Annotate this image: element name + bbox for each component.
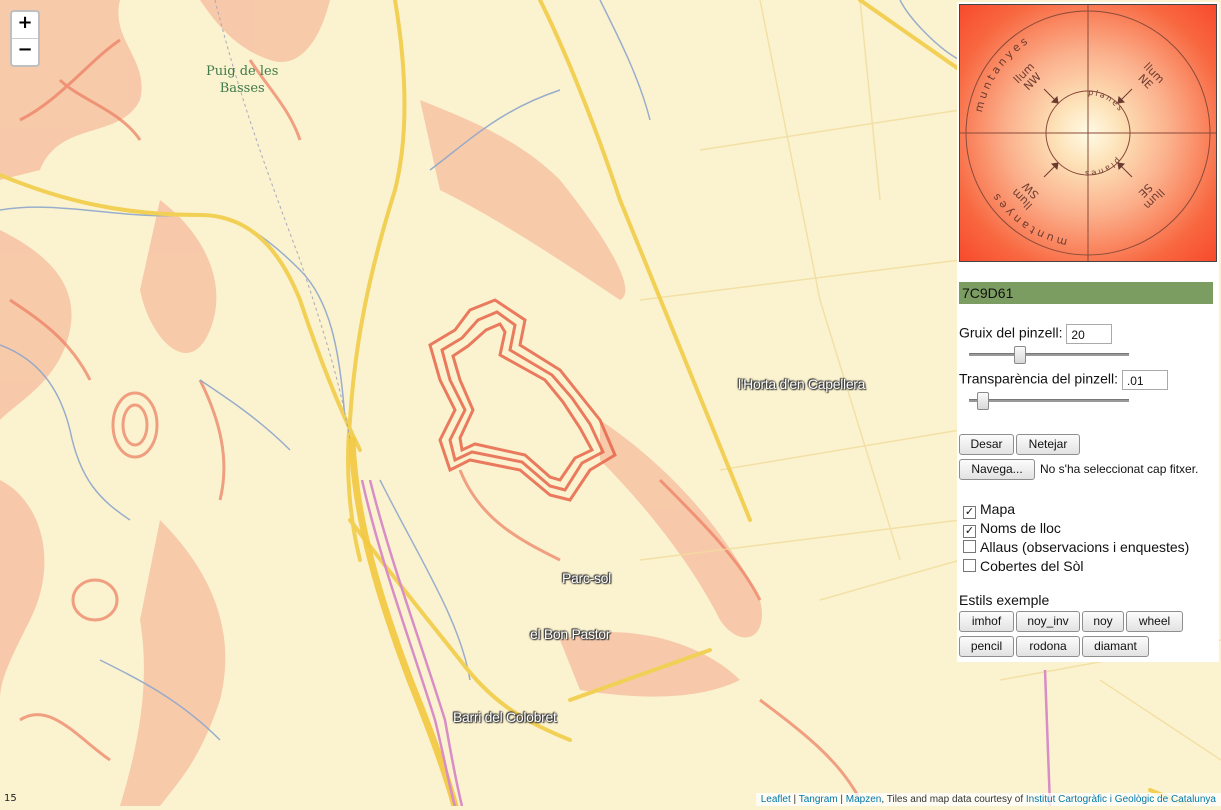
checkbox-icon[interactable] [963,540,976,553]
tangram-link[interactable]: Tangram [799,794,838,805]
style-button-rodona[interactable]: rodona [1016,636,1080,657]
style-button-wheel[interactable]: wheel [1126,611,1183,632]
wheel-inner-label-bottom: planes [1083,156,1123,178]
brush-size-label: Gruix del pinzell: [959,324,1063,341]
map-attribution: Leaflet | Tangram | Mapzen, Tiles and ma… [755,793,1221,806]
checkbox-icon[interactable]: ✓ [963,506,976,519]
icgc-link[interactable]: Institut Cartogràfic i Geològic de Catal… [1026,794,1216,805]
layer-label: Cobertes del Sòl [980,558,1084,574]
place-label-parc-sol: Parc-sol [562,570,611,586]
zoom-control: + − [10,10,40,67]
brush-size-slider-thumb[interactable] [1014,346,1026,364]
zoom-in-button[interactable]: + [12,12,38,38]
layer-label: Noms de lloc [980,520,1061,536]
light-se-label: llum SE [1136,181,1167,212]
place-label-colobret: Barri del Colobret [453,709,557,725]
style-button-diamant[interactable]: diamant [1082,636,1149,657]
save-button[interactable]: Desar [959,434,1014,455]
brush-opacity-input[interactable]: .01 [1121,370,1168,390]
clear-button[interactable]: Netejar [1016,434,1080,455]
brush-size-row: Gruix del pinzell: 20 [959,324,1113,344]
brush-opacity-label: Transparència del pinzell: [959,370,1119,387]
styles-title: Estils exemple [959,592,1050,608]
brush-opacity-slider[interactable] [969,392,1129,410]
light-ne-label: llum NE [1135,60,1166,91]
checkbox-icon[interactable]: ✓ [963,525,976,538]
brush-size-input[interactable]: 20 [1066,324,1113,344]
place-label-puig-line2: Basses [219,81,265,96]
light-direction-wheel[interactable]: muntanyes muntanyes planes planes llum N… [959,4,1217,262]
file-status-text: No s'ha seleccionat cap fitxer. [1040,462,1199,476]
light-sw-label: llum SW [1009,179,1041,211]
layer-label: Mapa [980,501,1016,517]
mapzen-link[interactable]: Mapzen [846,794,882,805]
layer-toggle-cobertes[interactable]: Cobertes del Sòl [963,558,1084,574]
attribution-text: , Tiles and map data courtesy of [881,794,1026,805]
color-value-bar[interactable]: 7C9D61 [959,282,1213,304]
attribution-separator: | [790,794,799,805]
layer-toggle-allaus[interactable]: Allaus (observacions i enquestes) [963,539,1189,555]
zoom-level-readout: 15 [4,793,17,804]
checkbox-icon[interactable] [963,559,976,572]
place-label-bon-pastor: el Bon Pastor [530,626,611,642]
light-nw-label: llum NW [1011,60,1044,93]
browse-file-button[interactable]: Navega... [959,459,1035,480]
attribution-separator: | [837,794,846,805]
layer-label: Allaus (observacions i enquestes) [980,539,1190,555]
style-button-pencil[interactable]: pencil [959,636,1014,657]
brush-size-slider[interactable] [969,346,1129,364]
style-button-imhof[interactable]: imhof [959,611,1014,632]
style-button-noy-inv[interactable]: noy_inv [1016,611,1080,632]
zoom-out-button[interactable]: − [12,38,38,65]
control-panel: muntanyes muntanyes planes planes llum N… [957,2,1219,662]
layer-toggle-mapa[interactable]: ✓ Mapa [963,501,1015,519]
place-label-puig: Puig de les Basses [206,63,278,97]
place-label-puig-line1: Puig de les [206,64,279,79]
brush-opacity-slider-thumb[interactable] [976,392,989,410]
brush-opacity-row: Transparència del pinzell: .01 [959,370,1168,390]
style-button-noy[interactable]: noy [1082,611,1124,632]
layer-toggle-noms[interactable]: ✓ Noms de lloc [963,520,1061,538]
wheel-overlay: muntanyes muntanyes planes planes llum N… [960,5,1216,261]
place-label-horta: l'Horta d'en Capellera [738,376,866,392]
leaflet-link[interactable]: Leaflet [761,794,791,805]
